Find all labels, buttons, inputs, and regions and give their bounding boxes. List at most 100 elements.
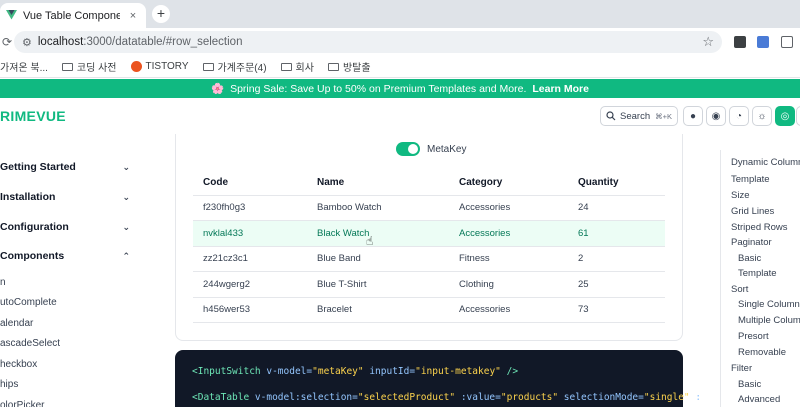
primevue-logo[interactable]: RIMEVUE [0,108,66,124]
cell-code: f230fh0g3 [193,195,307,221]
metakey-label: MetaKey [427,143,467,155]
cell-code: 244wgerg2 [193,271,307,298]
learn-more-link[interactable]: Learn More [532,83,589,95]
metakey-toggle-row: MetaKey [396,142,466,156]
metakey-switch[interactable] [396,142,420,156]
toc-item[interactable]: Sort [731,284,748,295]
table-row[interactable]: zz21cz3c1 Blue Band Fitness 2 [193,246,665,272]
demo-card: MetaKey Code Name Category Quantity f230… [175,134,683,341]
menu-getting-started[interactable]: Getting Started ⌄ [0,161,130,173]
cell-name: Black Watch [307,220,449,247]
toc-item[interactable]: Grid Lines [731,206,774,217]
menu-item-calendar[interactable]: alendar [0,318,33,329]
column-header-code[interactable]: Code [193,171,307,196]
bookmark-tistory[interactable]: TISTORY [130,61,189,72]
toc-item[interactable]: Advanced [738,394,780,405]
extensions-puzzle-icon[interactable] [781,36,793,48]
column-header-name[interactable]: Name [307,171,449,196]
menu-item[interactable]: n [0,277,6,288]
column-header-category[interactable]: Category [449,171,568,196]
new-tab-button[interactable]: + [152,5,170,23]
toc-item[interactable]: Striped Rows [731,222,788,233]
reload-icon[interactable]: ⟳ [2,35,12,49]
cell-category: Clothing [449,271,568,298]
search-button[interactable]: Search ⌘+K [600,106,678,126]
bookmark-coding-dictionary[interactable]: 코딩 사전 [61,59,117,74]
cell-category: Fitness [449,246,568,272]
bookmark-escape-room[interactable]: 방탈출 [327,59,371,74]
chevron-down-icon: ⌄ [122,191,130,202]
url-text[interactable]: localhost:3000/datatable/#row_selection [38,36,243,48]
discord-icon: ◉ [711,110,721,122]
folder-icon [61,62,73,71]
toc-item[interactable]: Template [738,268,777,279]
toc-item[interactable]: Paginator [731,237,772,248]
menu-installation[interactable]: Installation ⌄ [0,191,130,203]
bookmark-star-icon[interactable]: ☆ [702,34,714,50]
table-header-row: Code Name Category Quantity [193,171,665,196]
table-row[interactable]: 244wgerg2 Blue T-Shirt Clothing 25 [193,271,665,298]
extension-icon[interactable] [757,36,769,48]
bookmark-imported[interactable]: 가져온 북... [0,59,48,74]
menu-item-chips[interactable]: hips [0,379,18,390]
cell-quantity: 73 [568,297,665,323]
discord-button[interactable]: ◉ [706,106,726,126]
menu-item-checkbox[interactable]: heckbox [0,359,37,370]
toc-item[interactable]: Template [731,174,770,185]
menu-item-colorpicker[interactable]: olorPicker [0,400,44,407]
designer-button[interactable]: ◎ [775,106,795,126]
bookmark-company[interactable]: 회사 [280,59,314,74]
promo-banner: 🌸 Spring Sale: Save Up to 50% on Premium… [0,79,800,98]
extension-icon[interactable] [734,36,746,48]
palette-icon: ◎ [780,110,790,122]
url-omnibox[interactable]: ⚙ localhost:3000/datatable/#row_selectio… [14,31,722,53]
column-header-quantity[interactable]: Quantity [568,171,665,196]
bookmarks-bar: 가져온 북... 코딩 사전 TISTORY 가계주문(4) 회사 방탈출 [0,56,800,78]
chat-icon: ◔ [735,110,743,122]
flower-icon: 🌸 [211,83,225,95]
toc-item[interactable]: Filter [731,363,752,374]
close-tab-icon[interactable]: × [126,10,140,22]
table-row[interactable]: f230fh0g3 Bamboo Watch Accessories 24 [193,195,665,221]
bookmark-household[interactable]: 가계주문(4) [202,59,267,74]
code-line-datatable: <DataTable v-model:selection="selectedPr… [192,392,702,403]
search-label: Search [620,110,651,122]
toc-item[interactable]: Basic [738,379,761,390]
toc-item[interactable]: Basic [738,253,761,264]
forum-button[interactable]: ◔ [729,106,749,126]
folder-icon [327,62,339,71]
folder-icon [202,62,214,71]
toc-item[interactable]: Multiple Column [738,315,800,326]
table-row-selected[interactable]: nvklal433 Black Watch Accessories 61 [193,220,665,247]
cell-name: Bamboo Watch [307,195,449,221]
toc-item[interactable]: Dynamic Column [731,157,800,168]
tab-title: Vue Table Component [23,9,120,22]
browser-tab-strip: Vue Table Component × + [0,0,800,28]
toc-item[interactable]: Single Column [738,299,800,310]
toc-item[interactable]: Size [731,190,749,201]
site-info-icon[interactable]: ⚙ [22,36,32,49]
toc-item[interactable]: Presort [738,331,769,342]
github-icon: ● [689,110,697,122]
banner-text: Spring Sale: Save Up to 50% on Premium T… [230,82,527,95]
table-row[interactable]: h456wer53 Bracelet Accessories 73 [193,297,665,323]
site-header: RIMEVUE Search ⌘+K ● ◉ ◔ ☼ ◎ [0,98,800,134]
github-button[interactable]: ● [683,106,703,126]
hand-cursor-icon: ☝ [366,234,374,248]
theme-toggle-button[interactable]: ☼ [752,106,772,126]
cell-quantity: 25 [568,271,665,298]
menu-item-cascadeselect[interactable]: ascadeSelect [0,338,60,349]
tistory-icon [130,61,142,72]
menu-item-autocomplete[interactable]: utoComplete [0,297,57,308]
search-icon [606,111,616,121]
menu-components[interactable]: Components ⌃ [0,250,130,262]
table-of-contents: Dynamic Column Template Size Grid Lines … [720,150,800,407]
browser-tab[interactable]: Vue Table Component × [0,3,146,28]
cell-category: Accessories [449,220,568,247]
cell-category: Accessories [449,195,568,221]
config-button[interactable] [796,106,800,126]
cell-category: Accessories [449,297,568,323]
menu-configuration[interactable]: Configuration ⌄ [0,221,130,233]
toc-item[interactable]: Removable [738,347,786,358]
cell-code: h456wer53 [193,297,307,323]
